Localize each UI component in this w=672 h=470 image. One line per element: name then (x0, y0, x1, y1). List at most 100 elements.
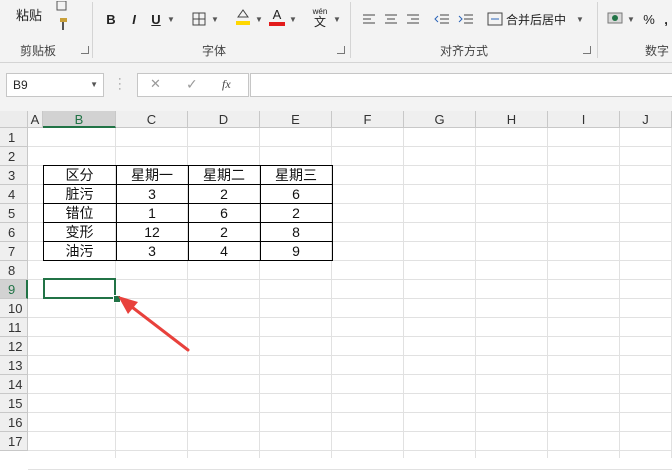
column-header-b[interactable]: B (43, 111, 116, 128)
phonetic-guide-button[interactable]: wén 文 (308, 6, 332, 30)
italic-button[interactable]: I (126, 10, 142, 28)
table-border (188, 165, 189, 261)
accounting-dropdown-icon[interactable]: ▼ (626, 12, 636, 26)
decrease-indent-icon[interactable] (432, 10, 452, 28)
gridline (28, 393, 672, 394)
table-header-cell[interactable]: 星期二 (188, 166, 260, 185)
group-separator (92, 2, 93, 58)
row-header-3[interactable]: 3 (0, 166, 28, 185)
insert-function-icon[interactable]: fx (222, 77, 231, 92)
row-header-5[interactable]: 5 (0, 204, 28, 223)
enter-icon[interactable]: ✓ (186, 76, 198, 93)
row-header-15[interactable]: 15 (0, 394, 28, 413)
column-header-f[interactable]: F (332, 111, 404, 128)
table-cell[interactable]: 12 (116, 223, 188, 242)
merge-center-button[interactable]: 合并后居中 (487, 9, 571, 29)
table-cell[interactable]: 脏污 (43, 185, 116, 204)
gridline (475, 128, 476, 458)
paste-button[interactable]: 粘贴 (10, 4, 48, 24)
table-cell[interactable]: 油污 (43, 242, 116, 261)
row-header-8[interactable]: 8 (0, 261, 28, 280)
name-box[interactable]: B9 ▼ (6, 73, 104, 97)
table-cell[interactable]: 6 (260, 185, 332, 204)
font-color-swatch (269, 22, 285, 26)
table-cell[interactable]: 3 (116, 242, 188, 261)
row-header-1[interactable]: 1 (0, 128, 28, 147)
format-painter-icon[interactable] (54, 16, 70, 32)
table-cell[interactable]: 8 (260, 223, 332, 242)
row-header-11[interactable]: 11 (0, 318, 28, 337)
table-cell[interactable]: 变形 (43, 223, 116, 242)
underline-button[interactable]: U (148, 10, 164, 28)
annotation-arrow (118, 296, 190, 352)
phonetic-dropdown-icon[interactable]: ▼ (332, 12, 342, 26)
table-cell[interactable]: 4 (188, 242, 260, 261)
column-header-h[interactable]: H (476, 111, 548, 128)
fill-color-dropdown-icon[interactable]: ▼ (254, 12, 264, 26)
table-cell[interactable]: 2 (188, 185, 260, 204)
column-header-d[interactable]: D (188, 111, 260, 128)
row-header-17[interactable]: 17 (0, 432, 28, 451)
row-header-14[interactable]: 14 (0, 375, 28, 394)
table-cell[interactable]: 6 (188, 204, 260, 223)
paste-label: 粘贴 (15, 7, 42, 23)
font-color-dropdown-icon[interactable]: ▼ (288, 12, 298, 26)
borders-dropdown-icon[interactable]: ▼ (210, 12, 220, 26)
merge-center-icon (487, 12, 503, 26)
font-color-button[interactable]: A (267, 6, 287, 28)
comma-button[interactable]: , (660, 9, 672, 29)
font-launcher-icon[interactable] (337, 46, 345, 54)
percent-button[interactable]: % (640, 9, 658, 29)
align-center-icon[interactable] (382, 10, 400, 28)
formula-bar-grip-icon[interactable]: · · · (118, 74, 122, 95)
align-left-icon[interactable] (360, 10, 378, 28)
row-header-6[interactable]: 6 (0, 223, 28, 242)
formula-input[interactable] (250, 73, 672, 97)
select-all-corner[interactable] (0, 111, 28, 128)
table-header-cell[interactable]: 星期一 (116, 166, 188, 185)
column-header-e[interactable]: E (260, 111, 332, 128)
row-header-7[interactable]: 7 (0, 242, 28, 261)
row-header-16[interactable]: 16 (0, 413, 28, 432)
gridline (28, 146, 672, 147)
column-header-c[interactable]: C (116, 111, 188, 128)
row-header-10[interactable]: 10 (0, 299, 28, 318)
clipboard-launcher-icon[interactable] (81, 46, 89, 54)
group-separator (597, 2, 598, 58)
ribbon: 粘贴 剪贴板 B I U ▼ ▼ ▼ A ▼ wén 文 ▼ 字体 合并后居中 … (0, 0, 672, 63)
column-header-g[interactable]: G (404, 111, 476, 128)
increase-indent-icon[interactable] (456, 10, 476, 28)
table-cell[interactable]: 2 (260, 204, 332, 223)
row-header-9[interactable]: 9 (0, 280, 28, 299)
row-header-12[interactable]: 12 (0, 337, 28, 356)
table-cell[interactable]: 3 (116, 185, 188, 204)
row-header-13[interactable]: 13 (0, 356, 28, 375)
table-cell[interactable]: 1 (116, 204, 188, 223)
row-header-2[interactable]: 2 (0, 147, 28, 166)
table-border (43, 165, 44, 261)
alignment-launcher-icon[interactable] (583, 46, 591, 54)
font-color-letter: A (272, 7, 282, 22)
copy-icon[interactable] (54, 0, 70, 12)
cancel-icon[interactable]: ✕ (150, 76, 161, 92)
underline-dropdown-icon[interactable]: ▼ (166, 12, 176, 26)
bold-button[interactable]: B (103, 10, 119, 28)
name-box-dropdown-icon[interactable]: ▼ (90, 74, 98, 96)
phonetic-char: 文 (313, 15, 326, 29)
row-header-4[interactable]: 4 (0, 185, 28, 204)
align-right-icon[interactable] (404, 10, 422, 28)
accounting-format-icon[interactable] (605, 8, 625, 28)
table-header-cell[interactable]: 星期三 (260, 166, 332, 185)
active-cell-b9[interactable] (43, 278, 116, 299)
column-header-j[interactable]: J (620, 111, 672, 128)
merge-dropdown-icon[interactable]: ▼ (575, 12, 585, 26)
table-cell[interactable]: 错位 (43, 204, 116, 223)
table-header-cell[interactable]: 区分 (43, 166, 116, 185)
fill-color-icon[interactable] (233, 6, 253, 28)
column-header-i[interactable]: I (548, 111, 620, 128)
column-header-a[interactable]: A (28, 111, 43, 128)
table-cell[interactable]: 9 (260, 242, 332, 261)
alignment-group-label: 对齐方式 (440, 44, 489, 58)
table-cell[interactable]: 2 (188, 223, 260, 242)
borders-icon[interactable] (190, 10, 208, 28)
